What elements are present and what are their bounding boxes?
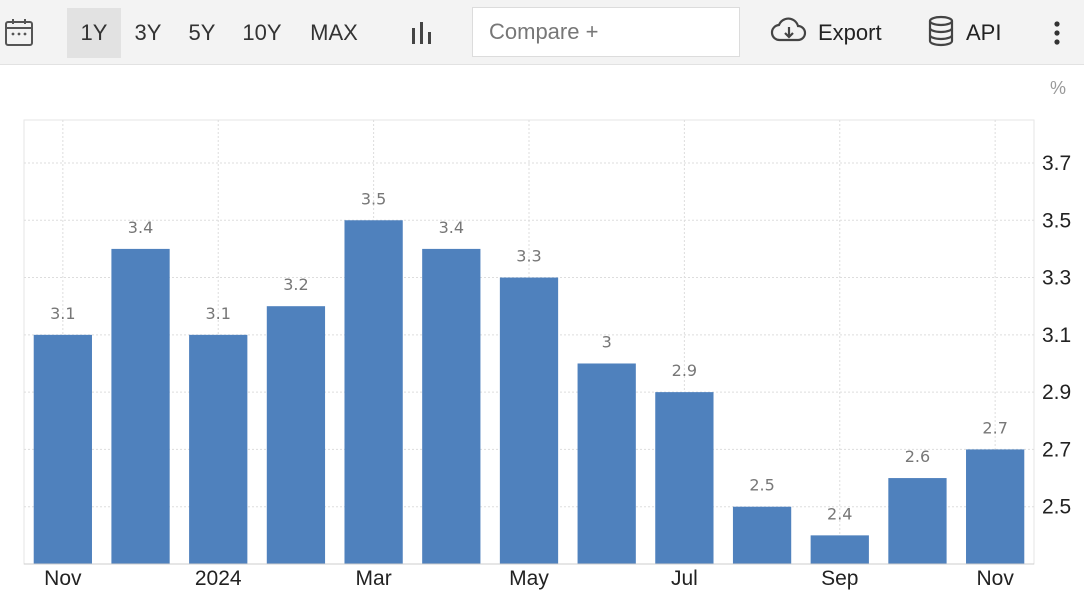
api-label: API xyxy=(966,20,1002,45)
data-label: 3 xyxy=(602,332,612,351)
y-tick-label: 2.7 xyxy=(1042,438,1071,461)
data-label: 3.5 xyxy=(361,189,386,208)
data-label: 3.4 xyxy=(439,218,464,237)
y-tick-label: 3.3 xyxy=(1042,267,1071,290)
data-label: 3.2 xyxy=(283,275,308,294)
data-label: 2.6 xyxy=(905,447,930,466)
export-label: Export xyxy=(818,20,882,45)
data-label: 2.5 xyxy=(749,476,774,495)
range-3y-button[interactable]: 3Y xyxy=(124,8,172,58)
range-1y-button[interactable]: 1Y xyxy=(67,8,121,58)
chart-toolbar: 1Y 3Y 5Y 10Y MAX Export xyxy=(0,0,1084,65)
bar xyxy=(33,334,92,564)
compare-input[interactable] xyxy=(472,7,740,57)
data-label: 2.9 xyxy=(672,361,697,380)
x-tick-label: 2024 xyxy=(195,567,242,590)
bar xyxy=(499,277,559,564)
bar xyxy=(266,306,326,564)
bar xyxy=(966,449,1025,564)
y-tick-label: 2.9 xyxy=(1042,381,1071,404)
range-5y-button[interactable]: 5Y xyxy=(178,8,226,58)
vertical-dots-icon[interactable] xyxy=(1044,18,1070,48)
data-label: 3.1 xyxy=(206,304,231,323)
y-tick-label: 3.5 xyxy=(1042,209,1071,232)
y-tick-label: 3.1 xyxy=(1042,324,1071,347)
x-tick-label: Nov xyxy=(976,567,1014,590)
bar xyxy=(344,220,403,565)
bar xyxy=(111,248,170,564)
database-icon xyxy=(926,15,956,52)
data-label: 3.1 xyxy=(50,304,75,323)
bar-chart: 2.5 2.7 2.9 3.1 3.3 3.5 3.7 3.1 3.4 3.1 3.2 3.5 3.4 3… xyxy=(23,119,1071,590)
bar xyxy=(888,478,947,564)
x-tick-label: Nov xyxy=(44,567,82,590)
bar xyxy=(577,363,636,564)
bar xyxy=(810,535,869,564)
data-label: 2.4 xyxy=(827,504,852,523)
export-button[interactable]: Export xyxy=(770,8,882,58)
bar xyxy=(732,506,792,564)
bar xyxy=(422,248,481,564)
y-tick-label: 3.7 xyxy=(1042,152,1071,175)
x-tick-label: Sep xyxy=(821,567,858,590)
data-label: 2.7 xyxy=(982,418,1007,437)
range-max-button[interactable]: MAX xyxy=(300,8,368,58)
data-label: 3.3 xyxy=(516,247,541,266)
x-tick-label: May xyxy=(509,567,549,590)
bar xyxy=(189,334,248,564)
x-tick-label: Mar xyxy=(356,567,392,590)
calendar-icon[interactable] xyxy=(4,17,34,47)
range-10y-button[interactable]: 10Y xyxy=(232,8,292,58)
data-label: 3.4 xyxy=(128,218,153,237)
y-tick-label: 2.5 xyxy=(1042,496,1071,519)
api-button[interactable]: API xyxy=(926,8,1001,58)
bar xyxy=(655,392,714,564)
x-tick-label: Jul xyxy=(671,567,698,590)
cloud-download-icon xyxy=(770,16,808,51)
bar-chart-icon[interactable] xyxy=(408,18,436,46)
